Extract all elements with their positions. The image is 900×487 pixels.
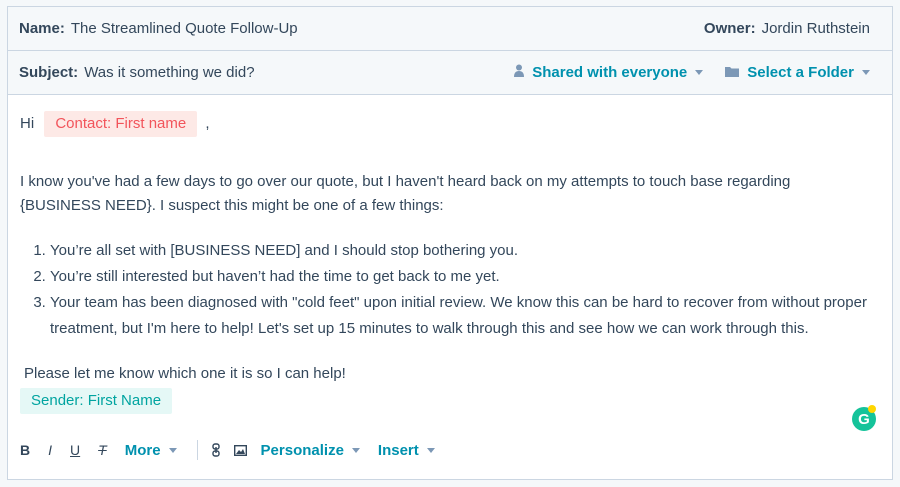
link-icon	[211, 443, 220, 457]
clear-format-icon: T	[98, 442, 107, 458]
link-button[interactable]	[211, 443, 220, 457]
shared-label: Shared with everyone	[532, 64, 688, 81]
sender-line: Sender: First Name	[20, 388, 173, 414]
folder-label: Select a Folder	[747, 64, 854, 81]
personalize-label: Personalize	[260, 441, 344, 459]
chevron-down-icon	[695, 70, 704, 75]
owner-label: Owner:	[703, 20, 756, 37]
subject-label: Subject:	[19, 64, 79, 81]
insert-label: Insert	[377, 441, 419, 459]
underline-button[interactable]: U	[70, 442, 80, 458]
list-item: Your team has been diagnosed with "cold …	[50, 290, 882, 342]
insert-dropdown[interactable]: Insert	[378, 442, 435, 459]
personalize-dropdown[interactable]: Personalize	[261, 442, 360, 459]
folder-icon	[725, 64, 740, 81]
person-icon	[514, 64, 525, 81]
list-item: You’re still interested but haven’t had …	[50, 264, 882, 290]
folder-dropdown[interactable]: Select a Folder	[725, 64, 870, 81]
owner-value: Jordin Ruthstein	[761, 20, 870, 37]
grammarly-notification-dot	[868, 405, 876, 413]
sender-first-name-token[interactable]: Sender: First Name	[20, 388, 173, 414]
italic-button[interactable]: I	[48, 442, 52, 458]
greeting-comma: ,	[205, 115, 210, 132]
template-name-field[interactable]: The Streamlined Quote Follow-Up	[71, 20, 298, 37]
email-body[interactable]: Hi Contact: First name , I know you've h…	[8, 95, 892, 479]
shared-dropdown[interactable]: Shared with everyone	[514, 64, 704, 81]
list-item: You’re all set with [BUSINESS NEED] and …	[50, 238, 882, 264]
image-icon	[233, 444, 247, 456]
subject-field[interactable]: Was it something we did?	[84, 64, 254, 81]
toolbar-divider	[196, 440, 198, 460]
clear-format-button[interactable]: T	[98, 442, 107, 458]
closing-line: Please let me know which one it is so I …	[24, 365, 346, 382]
paragraph-1-line-1: I know you've had a few days to go over …	[20, 173, 791, 190]
contact-first-name-token[interactable]: Contact: First name	[44, 111, 198, 137]
paragraph-1-line-2: {BUSINESS NEED}. I suspect this might be…	[20, 197, 444, 214]
chevron-down-icon	[168, 447, 177, 453]
more-label: More	[124, 441, 161, 459]
chevron-down-icon	[862, 70, 870, 75]
email-template-editor: Name: The Streamlined Quote Follow-Up Ow…	[7, 6, 893, 480]
chevron-down-icon	[351, 447, 360, 453]
reason-list: You’re all set with [BUSINESS NEED] and …	[20, 238, 882, 342]
greeting-text: Hi	[20, 115, 35, 132]
paragraph-1: I know you've had a few days to go over …	[20, 170, 790, 218]
greeting-line: Hi Contact: First name ,	[20, 111, 210, 137]
subject-row: Subject: Was it something we did? Shared…	[8, 51, 892, 95]
image-button[interactable]	[233, 444, 247, 456]
more-dropdown[interactable]: More	[125, 442, 177, 459]
template-name-row: Name: The Streamlined Quote Follow-Up Ow…	[8, 7, 892, 51]
name-label: Name:	[19, 20, 65, 37]
chevron-down-icon	[426, 447, 435, 453]
editor-toolbar: B I U T More Personalize Insert	[20, 436, 882, 464]
bold-button[interactable]: B	[20, 442, 30, 458]
